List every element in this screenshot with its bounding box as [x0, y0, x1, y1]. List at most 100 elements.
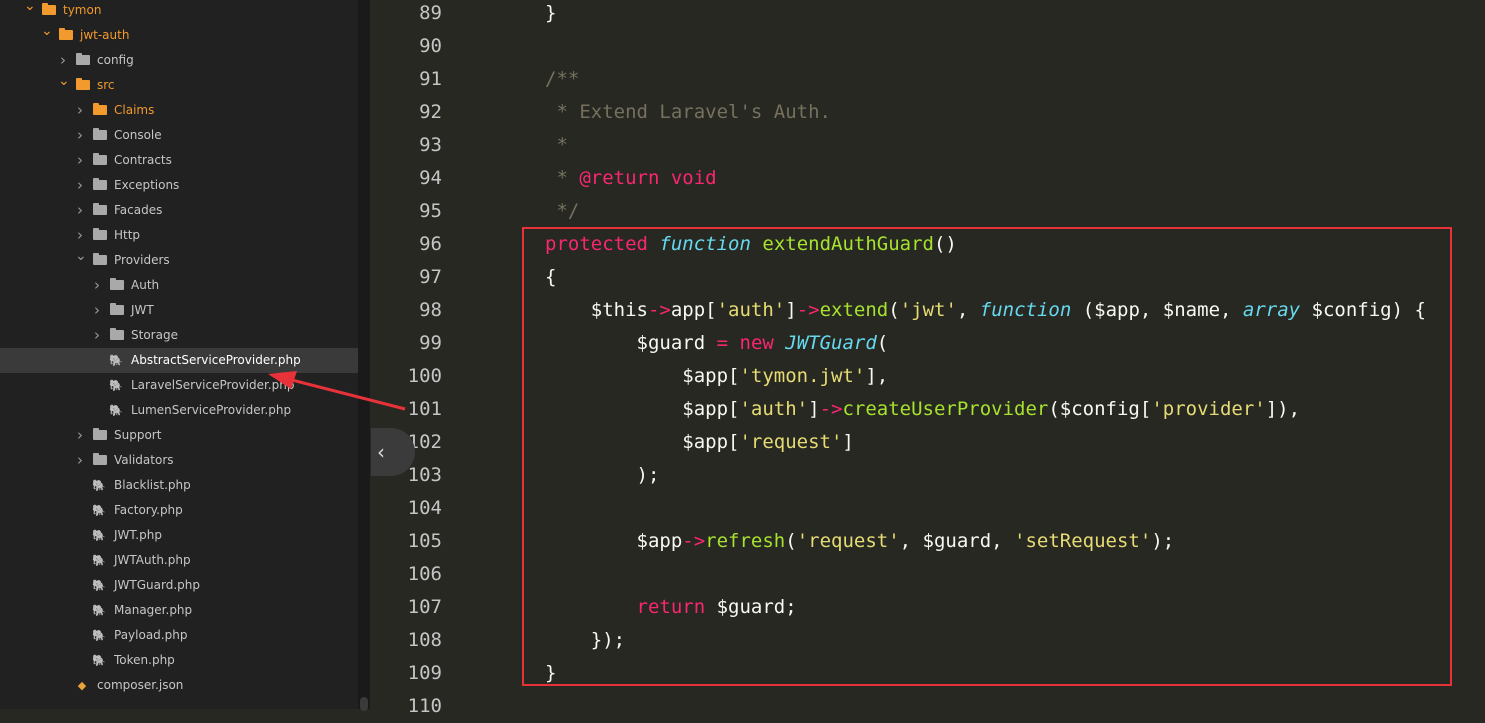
- line-number: 93: [419, 134, 442, 156]
- chevron-down-icon[interactable]: ⌄: [58, 69, 70, 94]
- code-token: );: [1151, 530, 1175, 552]
- tree-item-jwt-auth[interactable]: ⌄ jwt-auth: [0, 23, 358, 48]
- tree-item-label: Claims: [114, 103, 155, 117]
- tree-item-blacklist-php[interactable]: 🐘 Blacklist.php: [0, 473, 358, 498]
- tree-item-jwt-php[interactable]: 🐘 JWT.php: [0, 523, 358, 548]
- line-number: 96: [419, 233, 442, 255]
- code-token: JWTGuard: [785, 332, 877, 354]
- code-token: new: [739, 332, 774, 354]
- code-token: function: [659, 233, 751, 255]
- tree-item-providers[interactable]: ⌄ Providers: [0, 248, 358, 273]
- tree-item-exceptions[interactable]: › Exceptions: [0, 173, 358, 198]
- code-line[interactable]: return $guard;: [545, 591, 797, 624]
- tree-item-label: src: [97, 78, 115, 92]
- line-number: 90: [419, 35, 442, 57]
- tree-item-label: config: [97, 53, 134, 67]
- tree-item-token-php[interactable]: 🐘 Token.php: [0, 648, 358, 673]
- php-elephant-icon: 🐘: [92, 529, 106, 542]
- tree-item-facades[interactable]: › Facades: [0, 198, 358, 223]
- code-token: {: [545, 266, 557, 288]
- tree-item-jwtguard-php[interactable]: 🐘 JWTGuard.php: [0, 573, 358, 598]
- code-token: ($app, $name,: [1071, 299, 1243, 321]
- chevron-right-icon[interactable]: ›: [75, 198, 85, 223]
- code-token: return: [636, 596, 706, 618]
- code-token: @return: [579, 167, 660, 189]
- chevron-right-icon[interactable]: ›: [75, 123, 85, 148]
- code-line[interactable]: * Extend Laravel's Auth.: [545, 96, 831, 129]
- tree-item-http[interactable]: › Http: [0, 223, 358, 248]
- code-line[interactable]: protected function extendAuthGuard(): [545, 228, 957, 261]
- tree-item-jwtauth-php[interactable]: 🐘 JWTAuth.php: [0, 548, 358, 573]
- chevron-down-icon[interactable]: ⌄: [41, 19, 53, 44]
- tree-item-lumenserviceprovider-php[interactable]: 🐘 LumenServiceProvider.php: [0, 398, 358, 423]
- tree-item-label: Console: [114, 128, 162, 142]
- tree-item-label: composer.json: [97, 678, 184, 692]
- tree-item-factory-php[interactable]: 🐘 Factory.php: [0, 498, 358, 523]
- chevron-right-icon[interactable]: ›: [92, 323, 102, 348]
- code-line[interactable]: $this->app['auth']->extend('jwt', functi…: [545, 294, 1426, 327]
- tree-item-auth[interactable]: › Auth: [0, 273, 358, 298]
- code-token: (: [888, 299, 900, 321]
- code-line[interactable]: $app->refresh('request', $guard, 'setReq…: [545, 525, 1175, 558]
- tree-item-console[interactable]: › Console: [0, 123, 358, 148]
- code-line[interactable]: {: [545, 261, 556, 294]
- chevron-down-icon[interactable]: ⌄: [24, 0, 36, 19]
- tree-item-label: Storage: [131, 328, 178, 342]
- line-number: 97: [419, 266, 442, 288]
- code-line[interactable]: });: [545, 624, 625, 657]
- chevron-down-icon[interactable]: ⌄: [75, 244, 87, 269]
- chevron-right-icon[interactable]: ›: [75, 148, 85, 173]
- php-elephant-icon: 🐘: [92, 479, 106, 492]
- folder-icon: [93, 153, 107, 165]
- code-editor[interactable]: } /** * Extend Laravel's Auth. * * @retur…: [496, 0, 1485, 709]
- tree-item-composer-json[interactable]: ◆ composer.json: [0, 673, 358, 698]
- tree-item-jwt[interactable]: › JWT: [0, 298, 358, 323]
- tree-item-storage[interactable]: › Storage: [0, 323, 358, 348]
- chevron-right-icon[interactable]: ›: [75, 98, 85, 123]
- code-line[interactable]: *: [545, 129, 567, 162]
- tree-item-label: Support: [114, 428, 162, 442]
- code-line[interactable]: );: [545, 459, 660, 492]
- tree-item-label: Facades: [114, 203, 163, 217]
- code-line[interactable]: * @return void: [545, 162, 716, 195]
- chevron-right-icon[interactable]: ›: [75, 173, 85, 198]
- tree-item-tymon[interactable]: ⌄ tymon: [0, 0, 358, 23]
- code-line[interactable]: */: [545, 195, 579, 228]
- php-elephant-icon: 🐘: [92, 554, 106, 567]
- code-token: *: [545, 167, 580, 189]
- sidebar-scrollbar[interactable]: [358, 0, 370, 709]
- code-line[interactable]: }: [545, 0, 556, 30]
- code-token: 'jwt': [899, 299, 957, 321]
- code-line[interactable]: $app['request']: [545, 426, 854, 459]
- code-token: ]),: [1265, 398, 1301, 420]
- tree-item-abstractserviceprovider-php[interactable]: 🐘 AbstractServiceProvider.php: [0, 348, 358, 373]
- folder-icon: [76, 53, 90, 65]
- code-token: createUserProvider: [842, 398, 1049, 420]
- chevron-right-icon[interactable]: ›: [92, 298, 102, 323]
- line-number: 100: [407, 365, 442, 387]
- tree-item-support[interactable]: › Support: [0, 423, 358, 448]
- code-token: ->: [647, 299, 671, 321]
- tree-item-laravelserviceprovider-php[interactable]: 🐘 LaravelServiceProvider.php: [0, 373, 358, 398]
- code-token: ->: [796, 299, 820, 321]
- tree-item-validators[interactable]: › Validators: [0, 448, 358, 473]
- code-line[interactable]: $app['tymon.jwt'],: [545, 360, 888, 393]
- code-token: refresh: [705, 530, 786, 552]
- code-line[interactable]: /**: [545, 63, 579, 96]
- chevron-right-icon[interactable]: ›: [92, 273, 102, 298]
- code-line[interactable]: $guard = new JWTGuard(: [545, 327, 889, 360]
- tree-item-src[interactable]: ⌄ src: [0, 73, 358, 98]
- folder-icon: [93, 228, 107, 240]
- tree-item-claims[interactable]: › Claims: [0, 98, 358, 123]
- chevron-right-icon[interactable]: ›: [75, 423, 85, 448]
- tree-item-payload-php[interactable]: 🐘 Payload.php: [0, 623, 358, 648]
- tree-item-contracts[interactable]: › Contracts: [0, 148, 358, 173]
- code-line[interactable]: $app['auth']->createUserProvider($config…: [545, 393, 1300, 426]
- tree-item-config[interactable]: › config: [0, 48, 358, 73]
- code-line[interactable]: }: [545, 657, 556, 690]
- tree-item-manager-php[interactable]: 🐘 Manager.php: [0, 598, 358, 623]
- chevron-right-icon[interactable]: ›: [75, 448, 85, 473]
